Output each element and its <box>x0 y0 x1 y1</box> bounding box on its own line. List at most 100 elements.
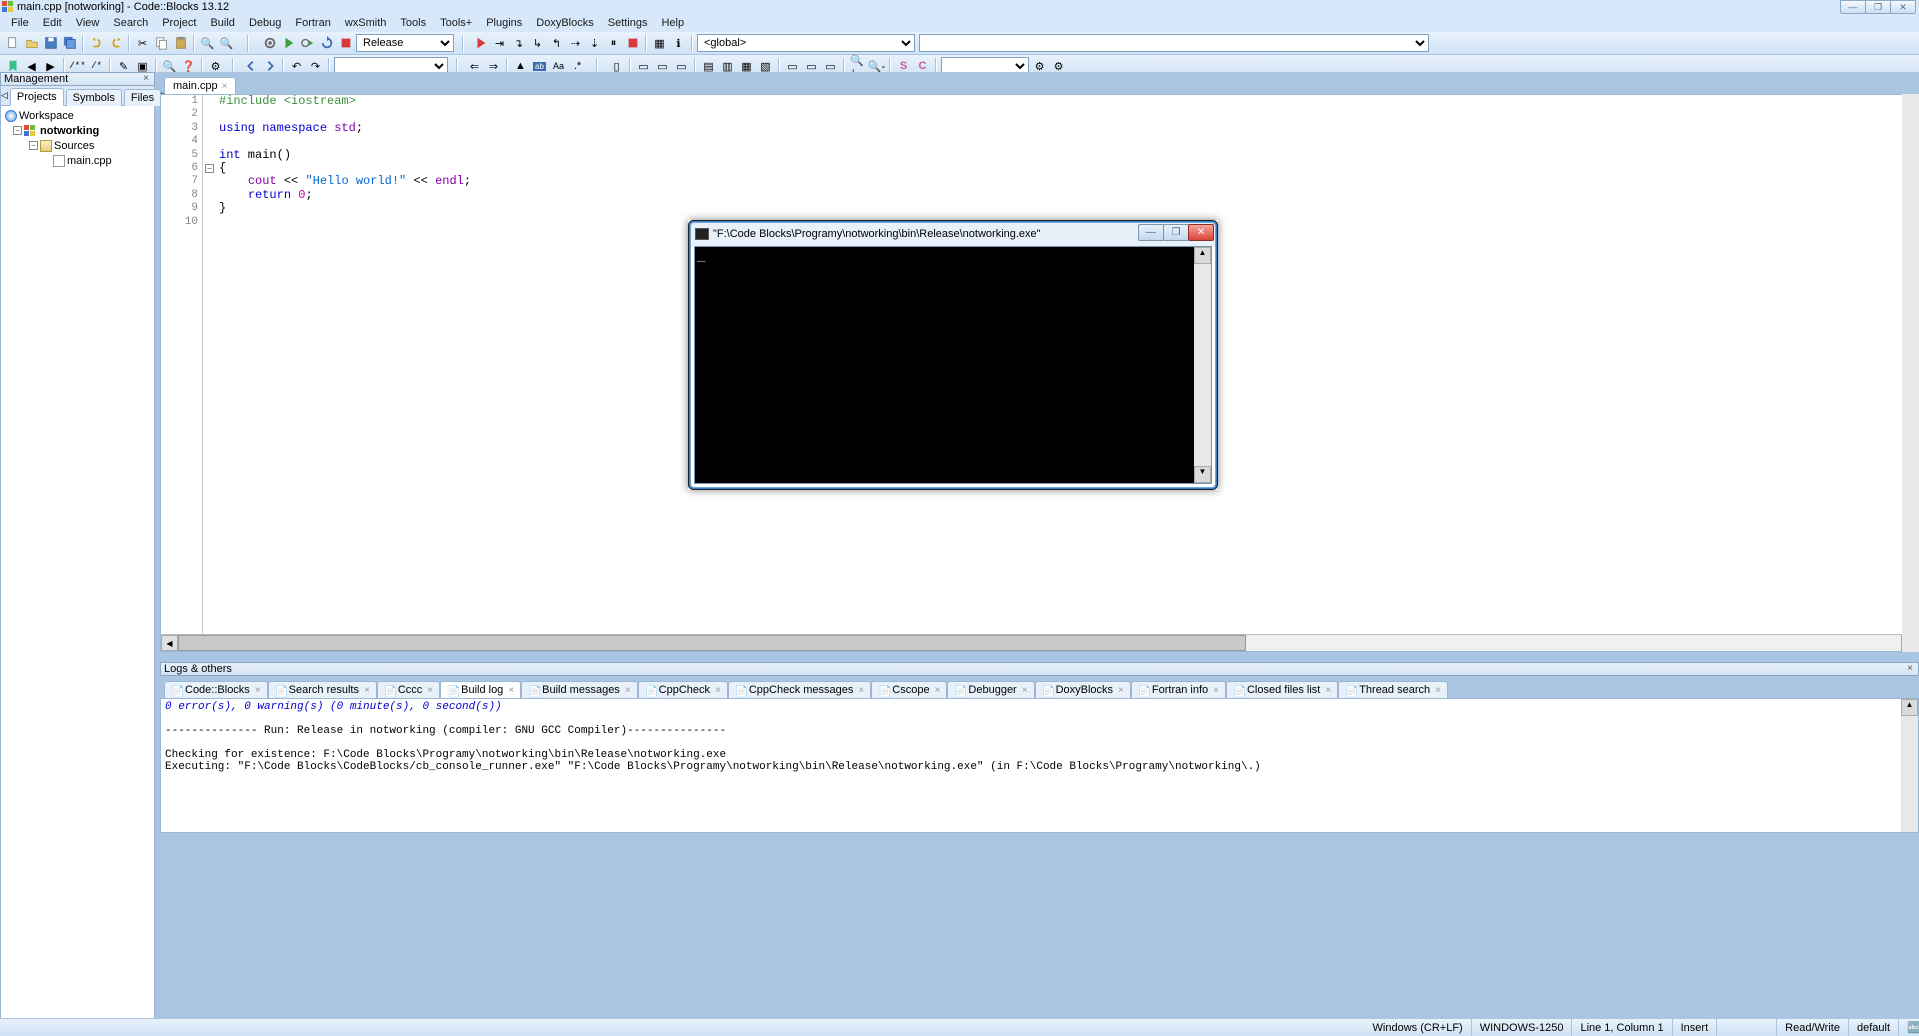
tab-symbols[interactable]: Symbols <box>66 89 122 106</box>
menu-view[interactable]: View <box>69 16 107 30</box>
expander-icon[interactable]: − <box>13 126 22 135</box>
new-file-icon[interactable] <box>4 35 21 52</box>
symbol-combo[interactable] <box>919 34 1429 52</box>
cut-icon[interactable]: ✂ <box>134 35 151 52</box>
tab-scroll-left-icon[interactable]: ◁ <box>1 90 8 101</box>
save-icon[interactable] <box>42 35 59 52</box>
menu-build[interactable]: Build <box>203 16 241 30</box>
log-tab-doxyblocks[interactable]: 📄DoxyBlocks× <box>1035 681 1131 698</box>
tree-file[interactable]: main.cpp <box>1 153 154 168</box>
tab-projects[interactable]: Projects <box>10 88 64 106</box>
tab-close-icon[interactable]: × <box>427 685 433 696</box>
editor-hscroll[interactable]: ◀ ▶ <box>161 634 1918 651</box>
log-tab-cppcheck-messages[interactable]: 📄CppCheck messages× <box>728 681 871 698</box>
build-target-combo[interactable]: Release <box>356 34 454 52</box>
scroll-up-icon[interactable]: ▲ <box>1901 699 1918 716</box>
code-text[interactable]: #include <iostream> using namespace std;… <box>219 95 471 229</box>
menu-settings[interactable]: Settings <box>601 16 655 30</box>
log-tab-thread-search[interactable]: 📄Thread search× <box>1338 681 1448 698</box>
tree-workspace[interactable]: Workspace <box>1 108 154 123</box>
minimize-button[interactable]: — <box>1840 0 1866 14</box>
tab-close-icon[interactable]: × <box>1118 685 1124 696</box>
log-tab-fortran-info[interactable]: 📄Fortran info× <box>1131 681 1226 698</box>
scroll-up-icon[interactable]: ▲ <box>1194 247 1211 264</box>
undo-icon[interactable] <box>88 35 105 52</box>
console-minimize-button[interactable]: — <box>1138 224 1164 241</box>
tab-close-icon[interactable]: × <box>364 685 370 696</box>
abort-icon[interactable] <box>337 35 354 52</box>
tab-close-icon[interactable]: × <box>255 685 261 696</box>
tab-close-icon[interactable]: × <box>508 685 514 696</box>
menu-plugins[interactable]: Plugins <box>479 16 529 30</box>
console-scrollbar[interactable]: ▲ ▼ <box>1194 247 1211 483</box>
logs-close-icon[interactable]: × <box>1904 663 1916 675</box>
menu-project[interactable]: Project <box>155 16 203 30</box>
run-to-cursor-icon[interactable]: ⇥ <box>491 35 508 52</box>
menu-edit[interactable]: Edit <box>36 16 69 30</box>
menu-search[interactable]: Search <box>106 16 155 30</box>
menu-file[interactable]: File <box>4 16 36 30</box>
log-tab-closed-files-list[interactable]: 📄Closed files list× <box>1226 681 1338 698</box>
step-into-icon[interactable]: ↳ <box>529 35 546 52</box>
log-tab-debugger[interactable]: 📄Debugger× <box>947 681 1034 698</box>
debug-run-icon[interactable] <box>472 35 489 52</box>
maximize-button[interactable]: ❐ <box>1865 0 1891 14</box>
paste-icon[interactable] <box>172 35 189 52</box>
tab-close-icon[interactable]: × <box>715 685 721 696</box>
next-line-icon[interactable]: ↴ <box>510 35 527 52</box>
fold-marker-icon[interactable]: − <box>205 164 214 173</box>
log-tab-search-results[interactable]: 📄Search results× <box>268 681 377 698</box>
close-button[interactable]: ✕ <box>1890 0 1916 14</box>
tab-close-icon[interactable]: × <box>935 685 941 696</box>
scope-combo[interactable]: <global> <box>697 34 915 52</box>
menu-toolsplus[interactable]: Tools+ <box>433 16 479 30</box>
console-maximize-button[interactable]: ❐ <box>1163 224 1189 241</box>
tab-close-icon[interactable]: × <box>1213 685 1219 696</box>
log-tab-build-messages[interactable]: 📄Build messages× <box>521 681 638 698</box>
redo-icon[interactable] <box>107 35 124 52</box>
console-close-button[interactable]: ✕ <box>1188 224 1214 241</box>
tab-close-icon[interactable]: × <box>1435 685 1441 696</box>
menu-wxsmith[interactable]: wxSmith <box>338 16 394 30</box>
step-instr-icon[interactable]: ⇣ <box>586 35 603 52</box>
editor-vscroll[interactable] <box>1902 94 1919 652</box>
debug-windows-icon[interactable]: ▦ <box>651 35 668 52</box>
tree-sources[interactable]: − Sources <box>1 138 154 153</box>
log-tab-build-log[interactable]: 📄Build log× <box>440 681 521 698</box>
tab-close-icon[interactable]: × <box>222 81 228 92</box>
menu-tools[interactable]: Tools <box>393 16 433 30</box>
break-icon[interactable]: ⏸ <box>605 35 622 52</box>
save-all-icon[interactable] <box>61 35 78 52</box>
step-out-icon[interactable]: ↰ <box>548 35 565 52</box>
replace-icon[interactable]: 🔍 <box>218 35 235 52</box>
find-icon[interactable]: 🔍 <box>199 35 216 52</box>
menu-debug[interactable]: Debug <box>242 16 288 30</box>
stop-debug-icon[interactable] <box>624 35 641 52</box>
menu-fortran[interactable]: Fortran <box>288 16 337 30</box>
management-close-icon[interactable]: × <box>140 73 152 85</box>
expander-icon[interactable]: − <box>29 141 38 150</box>
tab-files[interactable]: Files <box>124 89 161 106</box>
tree-project[interactable]: − notworking <box>1 123 154 138</box>
info-icon[interactable]: ℹ <box>670 35 687 52</box>
scroll-thumb[interactable] <box>178 635 1246 651</box>
copy-icon[interactable] <box>153 35 170 52</box>
next-instr-icon[interactable]: ⇢ <box>567 35 584 52</box>
file-tab-main[interactable]: main.cpp × <box>164 77 236 94</box>
menu-doxyblocks[interactable]: DoxyBlocks <box>529 16 600 30</box>
tab-close-icon[interactable]: × <box>858 685 864 696</box>
scroll-left-icon[interactable]: ◀ <box>161 635 178 651</box>
build-run-icon[interactable] <box>299 35 316 52</box>
log-tab-code-blocks[interactable]: 📄Code::Blocks× <box>164 681 268 698</box>
open-icon[interactable] <box>23 35 40 52</box>
tab-close-icon[interactable]: × <box>1022 685 1028 696</box>
log-tab-cccc[interactable]: 📄Cccc× <box>377 681 440 698</box>
build-icon[interactable] <box>261 35 278 52</box>
console-body[interactable]: _ ▲ ▼ <box>694 246 1212 484</box>
run-icon[interactable] <box>280 35 297 52</box>
rebuild-icon[interactable] <box>318 35 335 52</box>
logs-vscroll[interactable]: ▲ <box>1901 699 1918 832</box>
status-lang-icon[interactable]: 🔤 <box>1899 1019 1919 1036</box>
tab-close-icon[interactable]: × <box>625 685 631 696</box>
log-tab-cppcheck[interactable]: 📄CppCheck× <box>638 681 728 698</box>
